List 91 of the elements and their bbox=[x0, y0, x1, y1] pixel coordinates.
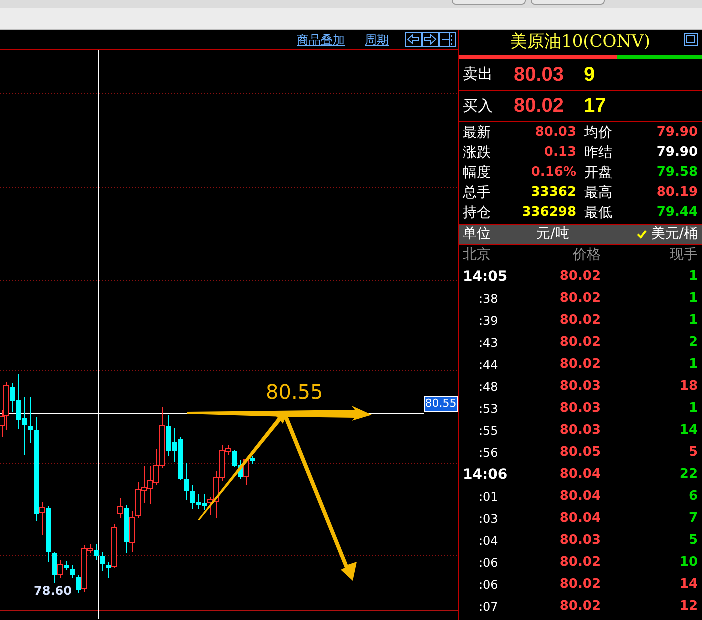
unit-option[interactable]: 元/吨 bbox=[523, 224, 583, 245]
stat-value: 79.90 bbox=[656, 124, 698, 142]
tick-price: 80.02 bbox=[558, 268, 601, 286]
tick-price: 80.03 bbox=[558, 378, 601, 396]
price-annotation: 80.55 bbox=[266, 382, 324, 402]
stat-label: 总手 bbox=[463, 184, 491, 202]
quote-label: 卖出 bbox=[463, 64, 494, 86]
tick-time: :48 bbox=[478, 379, 500, 396]
stat-label: 均价 bbox=[584, 124, 612, 142]
tick-time: :07 bbox=[478, 599, 500, 616]
tick-time: :44 bbox=[478, 357, 500, 374]
tick-volume: 1 bbox=[688, 356, 698, 374]
tick-volume: 12 bbox=[678, 598, 698, 616]
check-icon bbox=[637, 230, 648, 239]
quote-price: 80.03 bbox=[514, 62, 566, 88]
stat-label: 涨跌 bbox=[463, 144, 491, 162]
unit-label: 单位 bbox=[463, 225, 492, 244]
tick-volume: 7 bbox=[688, 510, 698, 528]
tick-volume: 10 bbox=[678, 554, 698, 572]
menu-link[interactable]: 周期 bbox=[365, 30, 389, 48]
quote-volume: 17 bbox=[584, 94, 606, 119]
tick-volume: 6 bbox=[688, 488, 698, 506]
tick-time: :06 bbox=[478, 555, 500, 572]
tick-volume: 5 bbox=[688, 532, 698, 550]
stat-label: 幅度 bbox=[463, 164, 491, 182]
tick-time: 14:05 bbox=[463, 268, 509, 286]
tick-price: 80.02 bbox=[558, 554, 601, 572]
tick-volume: 22 bbox=[678, 466, 698, 484]
tick-price: 80.02 bbox=[558, 356, 601, 374]
stat-label: 最低 bbox=[584, 204, 612, 222]
scroll-right-icon[interactable] bbox=[422, 32, 439, 47]
menu-link[interactable]: 商品叠加 bbox=[297, 30, 345, 48]
tick-volume: 18 bbox=[678, 378, 698, 396]
stat-label: 持仓 bbox=[463, 204, 491, 222]
tick-time: :04 bbox=[478, 533, 500, 550]
stat-value: 79.44 bbox=[656, 204, 698, 222]
quote-label: 买入 bbox=[463, 96, 494, 117]
tick-time: :39 bbox=[478, 313, 500, 330]
tick-time: :53 bbox=[478, 401, 500, 418]
tick-price: 80.04 bbox=[558, 510, 601, 528]
tick-price: 80.05 bbox=[558, 444, 601, 462]
scroll-left-icon[interactable] bbox=[405, 32, 422, 47]
tick-price: 80.04 bbox=[558, 466, 601, 484]
tick-price: 80.03 bbox=[558, 532, 601, 550]
column-header: 现手 bbox=[669, 246, 698, 265]
tick-volume: 5 bbox=[688, 444, 698, 462]
column-header: 价格 bbox=[572, 246, 601, 265]
tick-time: :56 bbox=[478, 445, 500, 462]
stat-value: 336298 bbox=[522, 204, 576, 222]
tick-volume: 2 bbox=[688, 334, 698, 352]
stat-label: 最高 bbox=[584, 184, 612, 202]
price-tag: 80.55 bbox=[424, 396, 458, 412]
tick-volume: 14 bbox=[678, 576, 698, 594]
stat-value: 79.90 bbox=[656, 144, 698, 162]
maximize-icon[interactable] bbox=[684, 33, 698, 46]
tick-price: 80.03 bbox=[558, 400, 601, 418]
column-header: 北京 bbox=[463, 246, 492, 265]
unit-option[interactable]: 美元/桶 bbox=[637, 224, 698, 245]
tick-price: 80.02 bbox=[558, 334, 601, 352]
tick-time: :01 bbox=[478, 489, 500, 506]
quote-volume: 9 bbox=[584, 62, 596, 88]
stat-value: 0.16% bbox=[531, 164, 576, 182]
panel-toggle-icon[interactable] bbox=[439, 32, 456, 47]
tick-time: :38 bbox=[478, 291, 500, 308]
tick-time: :43 bbox=[478, 335, 500, 352]
tick-price: 80.02 bbox=[558, 312, 601, 330]
stat-value: 0.13 bbox=[544, 144, 576, 162]
tick-volume: 14 bbox=[678, 422, 698, 440]
tick-time: :55 bbox=[478, 423, 500, 440]
quote-price: 80.02 bbox=[514, 94, 566, 119]
stat-label: 开盘 bbox=[584, 164, 612, 182]
stat-label: 最新 bbox=[463, 124, 491, 142]
tick-price: 80.02 bbox=[558, 576, 601, 594]
tick-price: 80.02 bbox=[558, 598, 601, 616]
tick-time: 14:06 bbox=[463, 466, 509, 484]
tick-price: 80.03 bbox=[558, 422, 601, 440]
tick-volume: 1 bbox=[688, 268, 698, 286]
tick-volume: 1 bbox=[688, 290, 698, 308]
tick-volume: 1 bbox=[688, 400, 698, 418]
contract-title: 美原油10(CONV) bbox=[510, 30, 650, 54]
tick-price: 80.04 bbox=[558, 488, 601, 506]
tick-volume: 1 bbox=[688, 312, 698, 330]
stat-value: 33362 bbox=[531, 184, 576, 202]
stat-value: 80.03 bbox=[535, 124, 576, 142]
stat-value: 79.58 bbox=[656, 164, 698, 182]
tick-price: 80.02 bbox=[558, 290, 601, 308]
stat-value: 80.19 bbox=[656, 184, 698, 202]
stat-label: 昨结 bbox=[584, 144, 612, 162]
tick-time: :03 bbox=[478, 511, 500, 528]
low-price-label: 78.60 bbox=[34, 585, 72, 597]
tick-time: :06 bbox=[478, 577, 500, 594]
